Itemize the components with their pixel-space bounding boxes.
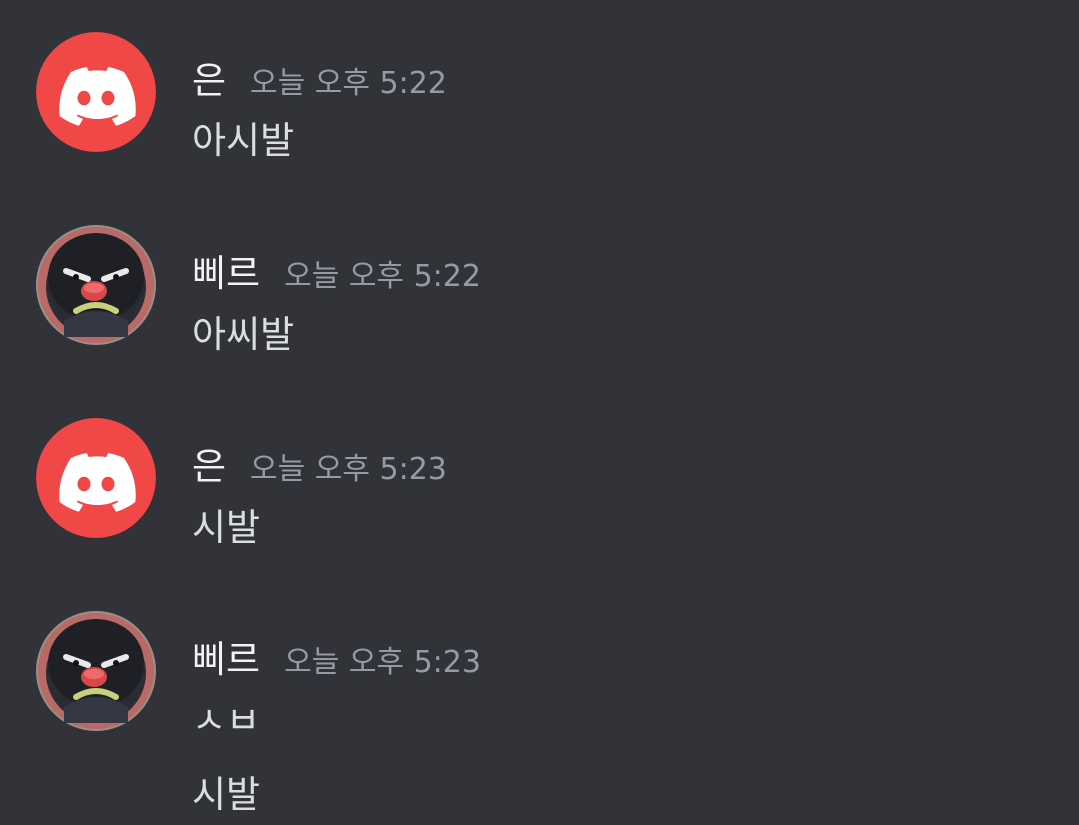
avatar[interactable] <box>36 225 156 345</box>
message-content: 아씨발 <box>192 313 295 356</box>
message-content: ㅅㅂ <box>192 699 261 742</box>
message-content: 시발 <box>192 506 261 549</box>
avatar[interactable] <box>36 32 156 152</box>
avatar[interactable] <box>36 418 156 538</box>
angry-penguin-icon <box>36 611 156 731</box>
username[interactable]: 은 <box>192 50 226 104</box>
username[interactable]: 삐르 <box>192 629 260 683</box>
message-content: 아시발 <box>192 119 295 162</box>
username[interactable]: 삐르 <box>192 243 260 297</box>
avatar[interactable] <box>36 611 156 731</box>
discord-logo-icon <box>36 418 156 538</box>
timestamp: 오늘 오후 5:23 <box>250 452 447 487</box>
timestamp: 오늘 오후 5:22 <box>284 259 481 294</box>
angry-penguin-icon <box>36 225 156 345</box>
timestamp: 오늘 오후 5:23 <box>284 645 481 680</box>
username[interactable]: 은 <box>192 436 226 490</box>
timestamp: 오늘 오후 5:22 <box>250 66 447 101</box>
message-content: 시발 <box>192 773 261 816</box>
discord-logo-icon <box>36 32 156 152</box>
chat-message-list: 은 오늘 오후 5:22 아시발 삐르 오늘 오후 5:22 아씨발 은 오늘 … <box>0 0 1079 825</box>
